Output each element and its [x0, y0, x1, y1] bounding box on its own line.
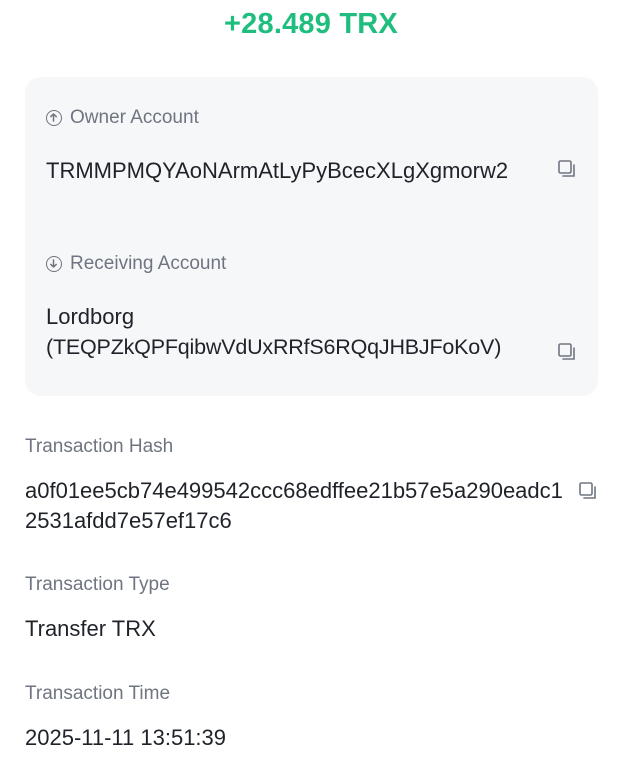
receiving-account-value: Lordborg (TEQPZkQPFqibwVdUxRRfS6RQqJHBJF… [46, 301, 586, 363]
transaction-type-label: Transaction Type [25, 574, 170, 595]
owner-account-label: Owner Account [70, 107, 199, 128]
transaction-detail-page: +28.489 TRX Owner Account TRMMPMQYAoNArm… [0, 0, 622, 771]
transaction-type-value: Transfer TRX [25, 616, 156, 641]
transaction-amount: +28.489 TRX [224, 8, 398, 40]
accounts-card: Owner Account TRMMPMQYAoNArmAtLyPyBcecXL… [25, 77, 598, 396]
transaction-hash-label: Transaction Hash [25, 436, 174, 457]
receiving-account-address: (TEQPZkQPFqibwVdUxRRfS6RQqJHBJFoKoV) [46, 335, 502, 359]
transaction-time-value: 2025-11-11 13:51:39 [25, 725, 227, 750]
copy-icon[interactable] [557, 342, 577, 362]
owner-account-label-row: Owner Account [46, 107, 199, 129]
arrow-up-circle-icon [46, 110, 62, 126]
transaction-time-label: Transaction Time [25, 683, 171, 704]
receiving-account-label-row: Receiving Account [46, 253, 226, 275]
copy-icon[interactable] [557, 159, 577, 179]
copy-icon[interactable] [578, 481, 598, 501]
arrow-down-circle-icon [46, 256, 62, 272]
owner-account-address: TRMMPMQYAoNArmAtLyPyBcecXLgXgmorw2 [46, 158, 509, 183]
transaction-hash-value: a0f01ee5cb74e499542ccc68edffee21b57e5a29… [25, 478, 563, 533]
receiving-account-label: Receiving Account [70, 253, 227, 274]
receiving-account-name: Lordborg [46, 304, 135, 329]
